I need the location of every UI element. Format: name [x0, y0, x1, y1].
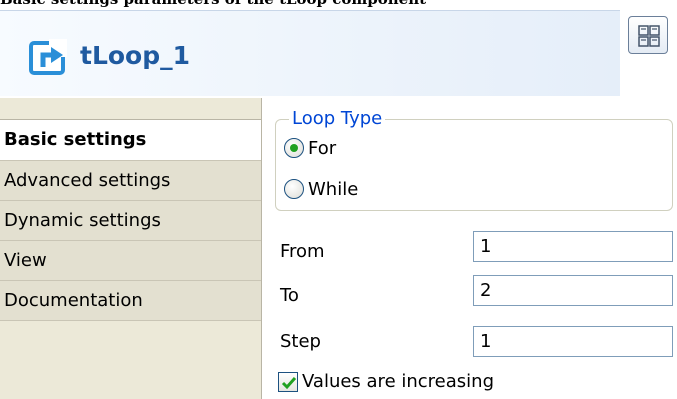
tab-view[interactable]: View: [0, 241, 261, 281]
radio-while-label: While: [308, 178, 359, 200]
values-increasing-label: Values are increasing: [302, 371, 494, 392]
tab-dynamic-settings[interactable]: Dynamic settings: [0, 201, 261, 241]
tab-advanced-settings[interactable]: Advanced settings: [0, 161, 261, 201]
to-input[interactable]: [473, 275, 673, 306]
tabs-spacer: [0, 98, 261, 120]
page-caption: Basic settings parameters of the tLoop c…: [0, 0, 677, 10]
step-label: Step: [280, 331, 321, 352]
loop-type-group: Loop Type For While: [275, 109, 673, 211]
tab-documentation[interactable]: Documentation: [0, 281, 261, 321]
radio-while-button[interactable]: [284, 179, 304, 199]
from-input[interactable]: [473, 231, 673, 262]
component-title: tLoop_1: [80, 41, 191, 70]
component-header: tLoop_1: [0, 10, 620, 96]
layout-toggle-button[interactable]: [628, 16, 668, 54]
loop-type-legend: Loop Type: [289, 109, 386, 129]
tab-basic-settings[interactable]: Basic settings: [0, 120, 261, 161]
values-increasing-option[interactable]: Values are increasing: [278, 371, 494, 392]
radio-for-button[interactable]: [284, 138, 304, 158]
radio-for[interactable]: For: [284, 136, 336, 160]
layout-grid-icon: [638, 25, 660, 47]
step-input[interactable]: [473, 326, 673, 357]
values-increasing-checkbox[interactable]: [278, 371, 298, 392]
basic-settings-panel: Loop Type For While From To Step Values …: [262, 98, 677, 399]
tloop-component-icon: [29, 37, 69, 77]
check-mark-icon: [281, 376, 297, 389]
settings-tabs: Basic settings Advanced settings Dynamic…: [0, 98, 262, 399]
radio-while[interactable]: While: [284, 177, 358, 201]
from-label: From: [280, 241, 325, 262]
radio-for-label: For: [308, 137, 337, 159]
to-label: To: [280, 285, 299, 306]
